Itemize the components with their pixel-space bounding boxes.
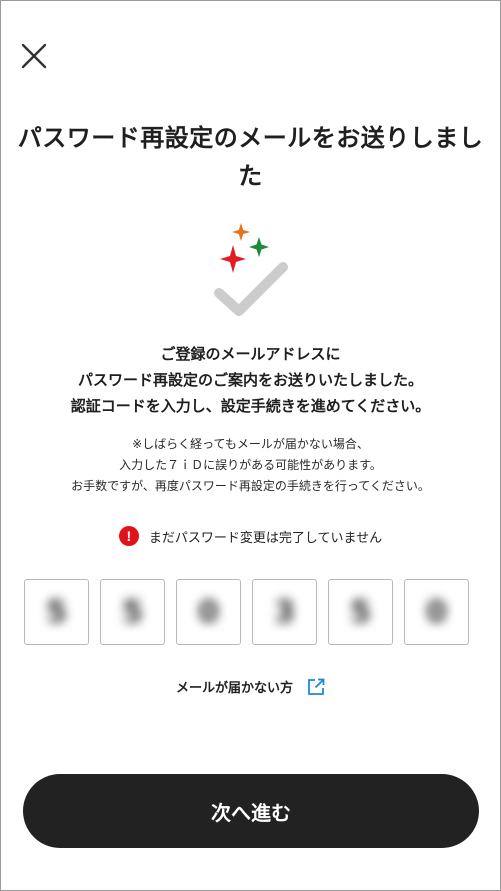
close-button[interactable] xyxy=(17,39,51,73)
email-not-received-link[interactable]: メールが届かない方 xyxy=(1,677,500,696)
code-input-1[interactable]: 5 xyxy=(24,579,89,645)
code-input-5[interactable]: 5 xyxy=(328,579,393,645)
note-line-2: 入力した７ｉＤに誤りがある可能性があります。 xyxy=(119,458,382,472)
code-digit-6: 0 xyxy=(426,594,447,630)
page-title-line-2: た xyxy=(238,162,263,190)
external-link-icon xyxy=(308,678,325,695)
code-digit-5: 5 xyxy=(350,594,371,630)
code-digit-2: 5 xyxy=(122,594,143,630)
note-line-3: お手数ですが、再度パスワード再設定の手続きを行ってください。 xyxy=(71,479,430,493)
code-input-6[interactable]: 0 xyxy=(404,579,469,645)
close-icon xyxy=(21,43,47,69)
note-line-1: ※しばらく経ってもメールが届かない場合、 xyxy=(132,437,369,451)
instruction-line-1: ご登録のメールアドレスに xyxy=(160,345,341,363)
code-digit-4: 3 xyxy=(274,594,295,630)
code-input-3[interactable]: 0 xyxy=(176,579,241,645)
note-text: ※しばらく経ってもメールが届かない場合、 入力した７ｉＤに誤りがある可能性があり… xyxy=(21,434,480,497)
next-button[interactable]: 次へ進む xyxy=(23,774,479,848)
page-title: パスワード再設定のメールをお送りしまし た xyxy=(13,119,488,195)
page-title-line-1: パスワード再設定のメールをお送りしまし xyxy=(17,124,484,152)
code-digit-3: 0 xyxy=(198,594,219,630)
instruction-text: ご登録のメールアドレスに パスワード再設定のご案内をお送りいたしました。 認証コ… xyxy=(21,341,480,419)
email-not-received-label: メールが届かない方 xyxy=(175,681,293,696)
screen: パスワード再設定のメールをお送りしまし た ご登録のメールアドレスに パスワード… xyxy=(0,0,501,891)
code-input-2[interactable]: 5 xyxy=(100,579,165,645)
status-text: まだパスワード変更は完了していません xyxy=(148,530,383,546)
instruction-line-3: 認証コードを入力し、設定手続きを進めてください。 xyxy=(70,397,431,415)
code-digit-1: 5 xyxy=(46,594,67,630)
check-with-sparkles-icon xyxy=(214,223,288,316)
verification-code-inputs: 5 5 0 3 5 0 xyxy=(24,579,469,645)
status-message: ! まだパスワード変更は完了していません xyxy=(1,526,500,546)
instruction-line-2: パスワード再設定のご案内をお送りいたしました。 xyxy=(77,371,423,389)
exclamation-icon: ! xyxy=(118,526,139,546)
code-input-4[interactable]: 3 xyxy=(252,579,317,645)
